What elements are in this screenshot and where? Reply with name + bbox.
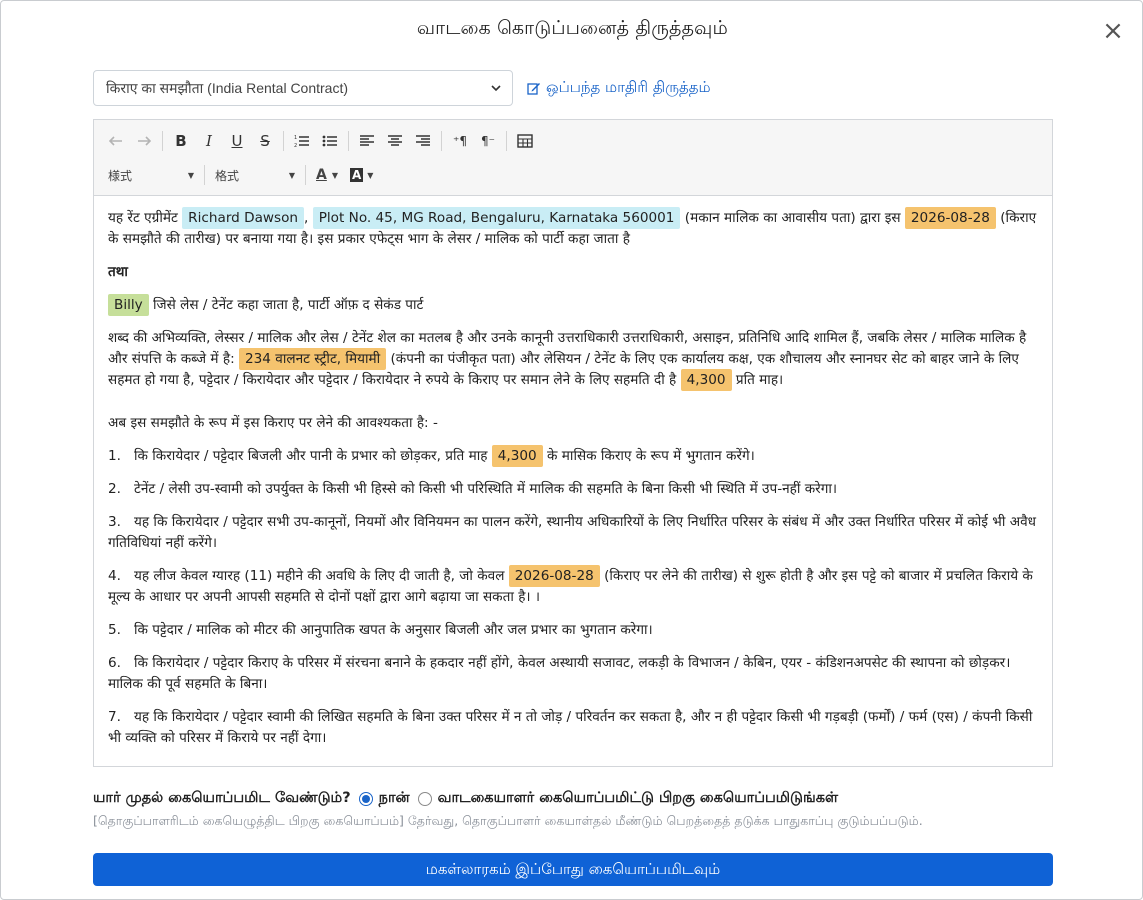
bullet-list-icon[interactable] — [316, 128, 344, 154]
list-item-number: 6. — [108, 655, 121, 671]
background-color-icon: A — [350, 168, 364, 182]
editor-toolbar: B I U S 12 ⁺¶ ¶⁻ 様式 ▼ 格式 ▼ A ▼ A ▼ — [94, 120, 1052, 196]
chevron-down-icon — [491, 85, 501, 92]
template-select[interactable]: किराए का समझौता (India Rental Contract) — [93, 70, 513, 106]
list-item-number: 3. — [108, 514, 121, 530]
modal-title: வாடகை கொடுப்பனைத் திருத்தவும் — [416, 17, 729, 39]
and-text: तथा — [108, 264, 128, 280]
edit-rental-modal: வாடகை கொடுப்பனைத் திருத்தவும் × किराए का… — [0, 0, 1143, 900]
tenant-name-token[interactable]: Billy — [108, 294, 149, 316]
rtl-direction-icon[interactable]: ¶⁻ — [474, 128, 502, 154]
toolbar-divider — [348, 131, 349, 151]
list-item: 3. यह कि किरायेदार / पट्टेदार सभी उप-कानू… — [108, 512, 1038, 554]
background-color-dropdown[interactable]: A ▼ — [344, 162, 378, 188]
tenant-paragraph: Billy जिसे लेस / टेनेंट कहा जाता है, पार… — [108, 294, 1038, 316]
intro-text: (मकान मालिक का आवासीय पता) द्वारा इस — [684, 210, 901, 226]
toolbar-divider — [305, 165, 306, 185]
agreement-date-token[interactable]: 2026-08-28 — [904, 207, 996, 229]
list-item-text: यह कि किरायेदार / पट्टेदार सभी उप-कानूनो… — [108, 514, 1036, 551]
edit-template-label: ஒப்பந்த மாதிரி திருத்தம் — [546, 78, 711, 96]
signer-question: யார் முதல் கையொப்பமிட வேண்டும்? — [93, 790, 351, 806]
font-color-icon: A — [316, 167, 327, 183]
toolbar-divider — [283, 131, 284, 151]
toolbar-divider — [162, 131, 163, 151]
landlord-name-token[interactable]: Richard Dawson — [182, 207, 305, 229]
signing-hint: [தொகுப்பாளரிடம் கையெழுத்திட பிறகு கையொப்… — [93, 813, 923, 828]
list-item-text: टेनेंट / लेसी उप-स्वामी को उपर्युक्त के … — [134, 481, 838, 497]
italic-icon[interactable]: I — [195, 128, 223, 154]
list-item-text: कि किरायेदार / पट्टेदार बिजली और पानी के… — [134, 448, 488, 464]
list-item-text: के मासिक किराए के रूप में भुगतान करेंगे। — [547, 448, 755, 464]
option-me-label[interactable]: நான் — [379, 790, 410, 808]
intro-comma: , — [304, 210, 309, 226]
list-item-number: 1. — [108, 448, 121, 464]
toolbar-divider — [506, 131, 507, 151]
tenant-text: जिसे लेस / टेनेंट कहा जाता है, पार्टी ऑफ… — [153, 297, 424, 313]
svg-text:2: 2 — [294, 143, 297, 148]
list-item: 5. कि पट्टेदार / मालिक को मीटर की आनुपाति… — [108, 620, 1038, 641]
font-color-dropdown[interactable]: A ▼ — [310, 162, 344, 188]
numbered-list-icon[interactable]: 12 — [288, 128, 316, 154]
style-dropdown-label: 様式 — [108, 168, 133, 183]
radio-sign-first-me[interactable] — [358, 792, 373, 806]
property-address-token[interactable]: 234 वालनट स्ट्रीट, मियामी — [239, 348, 387, 370]
list-item-text: कि पट्टेदार / मालिक को मीटर की आनुपातिक … — [134, 622, 653, 638]
and-paragraph: तथा — [108, 262, 1038, 283]
signer-order-row: யார் முதல் கையொப்பமிட வேண்டும்? நான் வாட… — [93, 790, 838, 808]
list-item-number: 4. — [108, 568, 121, 584]
template-row: किराए का समझौता (India Rental Contract) … — [93, 70, 711, 106]
list-item: 4. यह लीज केवल ग्यारह (11) महीने की अवधि … — [108, 565, 1038, 608]
toolbar-divider — [441, 131, 442, 151]
ltr-direction-icon[interactable]: ⁺¶ — [446, 128, 474, 154]
definitions-text: प्रति माह। — [735, 372, 784, 388]
rich-text-editor: B I U S 12 ⁺¶ ¶⁻ 様式 ▼ 格式 ▼ A ▼ A ▼ यह रे… — [93, 119, 1053, 767]
edit-template-link[interactable]: ஒப்பந்த மாதிரி திருத்தம் — [527, 78, 711, 98]
rent-amount-token[interactable]: 4,300 — [491, 445, 543, 467]
svg-text:1: 1 — [294, 135, 297, 141]
landlord-address-token[interactable]: Plot No. 45, MG Road, Bengaluru, Karnata… — [312, 207, 681, 229]
toolbar-divider — [204, 165, 205, 185]
redo-icon[interactable] — [130, 128, 158, 154]
document-content[interactable]: यह रेंट एग्रीमेंट Richard Dawson, Plot N… — [94, 196, 1052, 766]
list-item-number: 7. — [108, 709, 121, 725]
list-item-text: कि किरायेदार / पट्टेदार किराए के परिसर म… — [108, 655, 1011, 692]
list-item: 2. टेनेंट / लेसी उप-स्वामी को उपर्युक्त क… — [108, 479, 1038, 500]
strikethrough-icon[interactable]: S — [251, 128, 279, 154]
undo-icon[interactable] — [102, 128, 130, 154]
align-center-icon[interactable] — [381, 128, 409, 154]
list-item-number: 5. — [108, 622, 121, 638]
list-item-number: 2. — [108, 481, 121, 497]
template-select-value: किराए का समझौता (India Rental Contract) — [106, 79, 349, 96]
list-item-text: यह कि किरायेदार / पट्टेदार स्वामी की लिख… — [108, 709, 1033, 746]
list-item: 6. कि किरायेदार / पट्टेदार किराए के परिसर… — [108, 653, 1038, 695]
align-left-icon[interactable] — [353, 128, 381, 154]
format-dropdown[interactable]: 格式 ▼ — [209, 162, 301, 188]
radio-landlord-first[interactable] — [417, 792, 432, 806]
bold-icon[interactable]: B — [167, 128, 195, 154]
align-right-icon[interactable] — [409, 128, 437, 154]
sign-now-button[interactable]: மகள்லாரகம் இப்போது கையொப்பமிடவும் — [93, 853, 1053, 886]
rent-amount-token[interactable]: 4,300 — [680, 369, 732, 391]
close-icon[interactable]: × — [1100, 18, 1126, 44]
list-item-text: यह लीज केवल ग्यारह (11) महीने की अवधि के… — [134, 568, 505, 584]
intro-paragraph: यह रेंट एग्रीमेंट Richard Dawson, Plot N… — [108, 207, 1038, 250]
start-date-token[interactable]: 2026-08-28 — [508, 565, 600, 587]
list-item: 7. यह कि किरायेदार / पट्टेदार स्वामी की ल… — [108, 707, 1038, 749]
table-icon[interactable] — [511, 128, 539, 154]
intro-text: यह रेंट एग्रीमेंट — [108, 210, 178, 226]
clauses-intro: अब इस समझौते के रूप में इस किराए पर लेने… — [108, 415, 438, 431]
format-dropdown-label: 格式 — [215, 168, 240, 183]
underline-icon[interactable]: U — [223, 128, 251, 154]
option-landlord-label[interactable]: வாடகையாளர் கையொப்பமிட்டு பிறகு கையொப்பமி… — [438, 790, 838, 808]
style-dropdown[interactable]: 様式 ▼ — [102, 162, 200, 188]
list-item: 1. कि किरायेदार / पट्टेदार बिजली और पानी … — [108, 445, 1038, 467]
definitions-paragraph: शब्द की अभिव्यक्ति, लेस्सर / मालिक और ले… — [108, 328, 1038, 391]
edit-icon — [527, 83, 540, 95]
